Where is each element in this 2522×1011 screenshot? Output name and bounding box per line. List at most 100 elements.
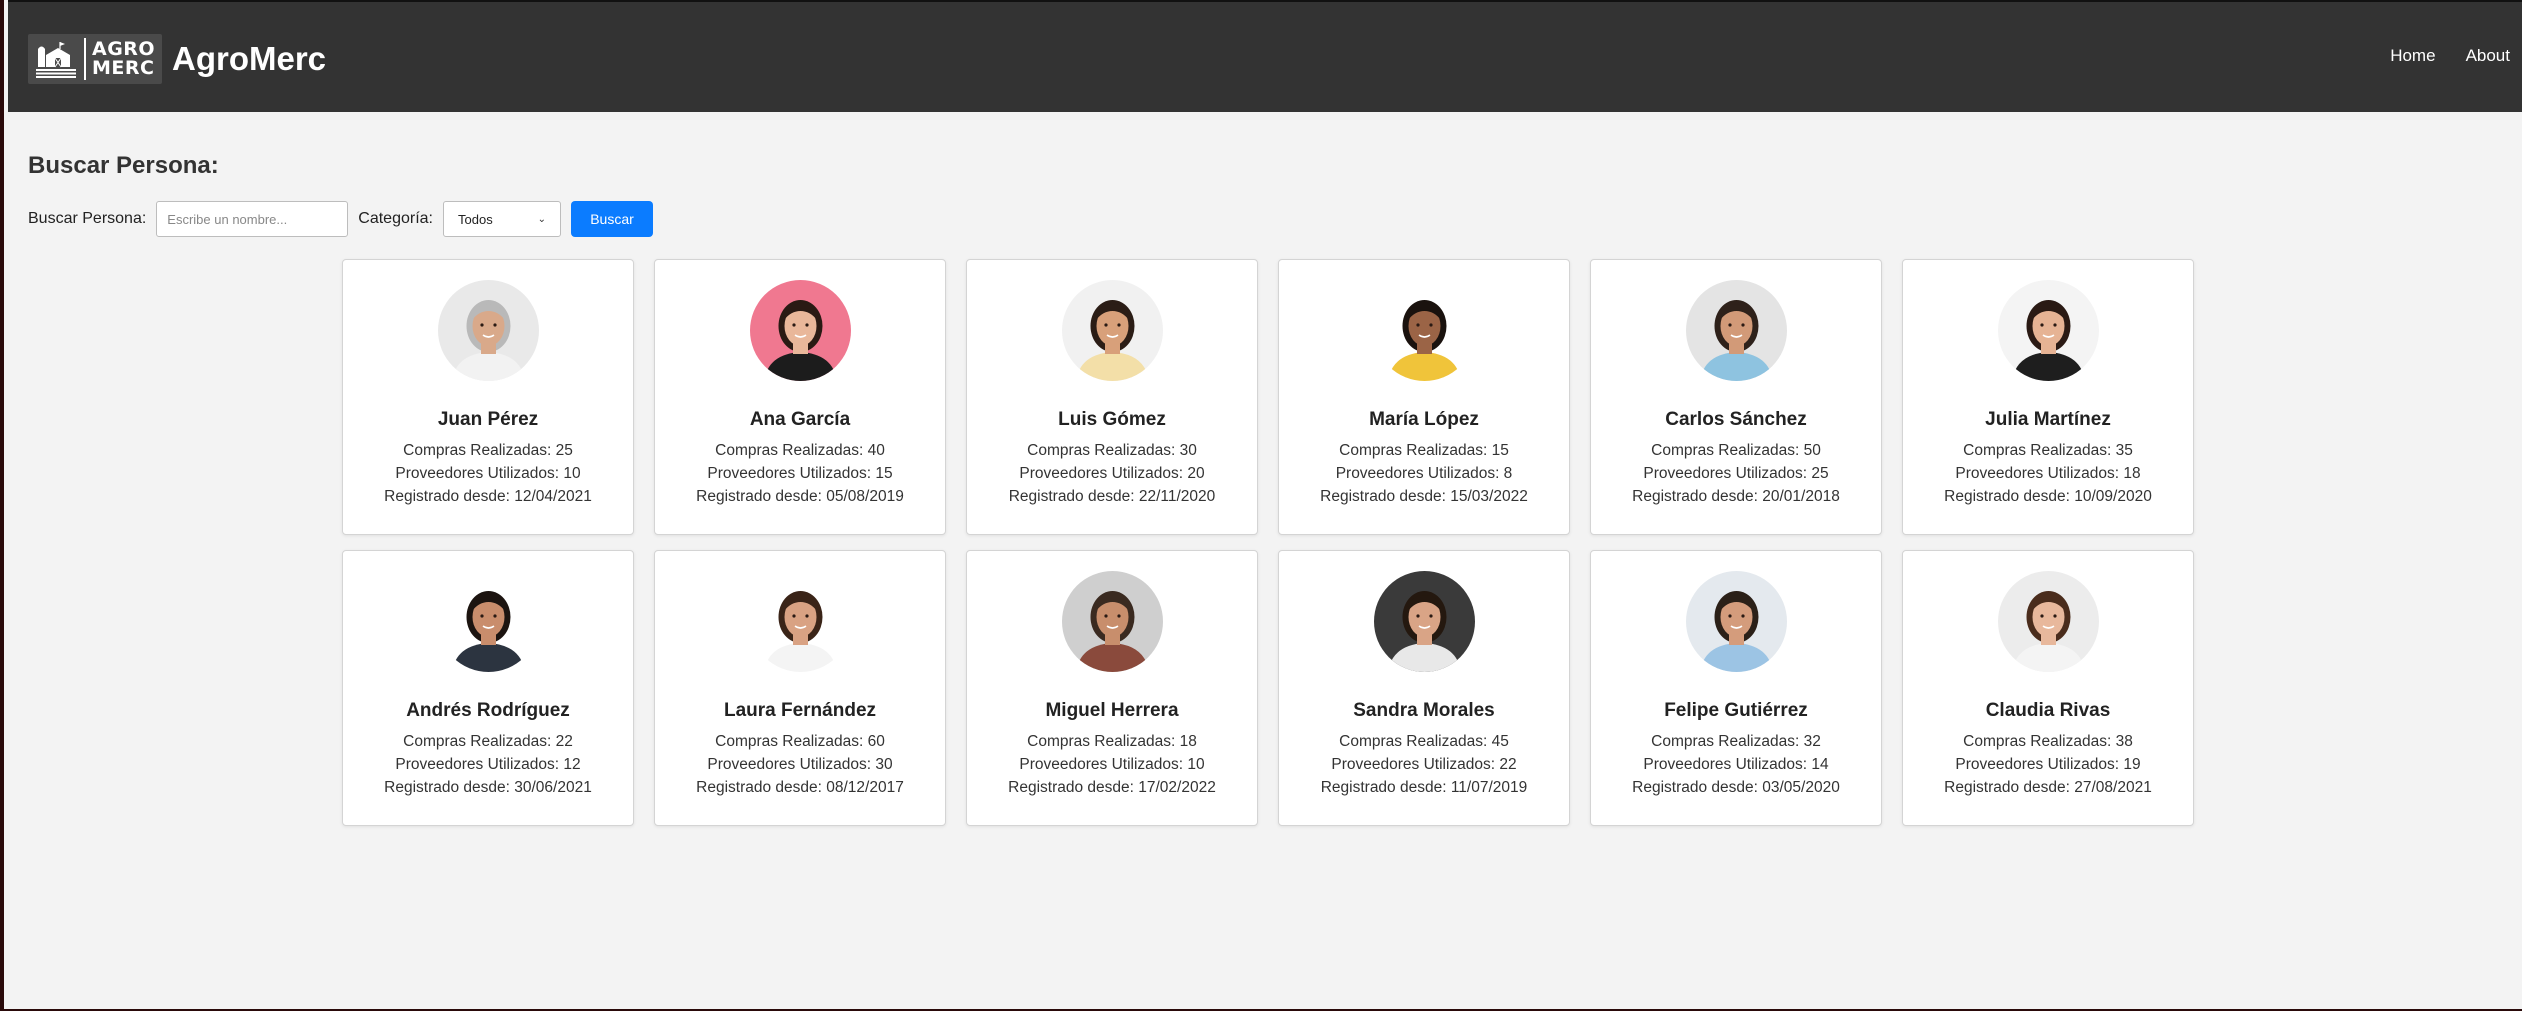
person-registered-since: Registrado desde: 27/08/2021 [1944,779,2152,796]
person-name: Laura Fernández [723,700,877,721]
person-photo-icon [749,571,851,672]
person-providers: Proveedores Utilizados: 10 [1019,756,1205,773]
person-providers: Proveedores Utilizados: 25 [1643,465,1829,482]
person-registered-since: Registrado desde: 11/07/2019 [1320,779,1528,796]
person-registered-since: Registrado desde: 22/11/2020 [1008,488,1216,505]
person-card[interactable]: Carlos Sánchez Compras Realizadas: 50 Prov… [1590,259,1882,535]
person-name: Carlos Sánchez [1665,409,1807,430]
person-purchases: Compras Realizadas: 35 [1963,442,2133,459]
person-registered-since: Registrado desde: 05/08/2019 [696,488,904,505]
search-label: Buscar Persona: [28,210,147,227]
logo-wordmark: AGRO MERC [92,40,155,78]
person-photo-icon [1373,280,1475,381]
person-providers: Proveedores Utilizados: 8 [1335,465,1513,482]
top-navbar: AGRO MERC AgroMerc Home About [8,0,2522,112]
person-photo-icon [1685,571,1787,672]
category-select[interactable]: Todos ⌄ [443,201,561,237]
category-selected-value: Todos [458,211,493,227]
person-card[interactable]: Andrés Rodríguez Compras Realizadas: 22 Pr… [342,550,634,826]
avatar [1997,280,2099,381]
person-providers: Proveedores Utilizados: 22 [1331,756,1517,773]
person-providers: Proveedores Utilizados: 19 [1955,756,2141,773]
avatar [1685,280,1787,381]
person-registered-since: Registrado desde: 20/01/2018 [1632,488,1840,505]
person-providers: Proveedores Utilizados: 10 [395,465,581,482]
person-purchases: Compras Realizadas: 25 [403,442,573,459]
person-registered-since: Registrado desde: 08/12/2017 [696,779,904,796]
avatar [437,571,539,672]
avatar [1685,571,1787,672]
person-name: Ana García [749,409,851,430]
nav-home-link[interactable]: Home [2390,46,2435,66]
person-photo-icon [437,280,539,381]
nav-about-link[interactable]: About [2466,46,2510,66]
person-purchases: Compras Realizadas: 15 [1339,442,1509,459]
person-photo-icon [1997,571,2099,672]
person-purchases: Compras Realizadas: 18 [1027,733,1197,750]
person-purchases: Compras Realizadas: 38 [1963,733,2133,750]
agromerc-logo: AGRO MERC [28,34,162,84]
person-photo-icon [1061,280,1163,381]
avatar [749,571,851,672]
chevron-down-icon: ⌄ [537,213,546,225]
person-card[interactable]: Juan Pérez Compras Realizadas: 25 Proveedo… [342,259,634,535]
person-registered-since: Registrado desde: 15/03/2022 [1320,488,1528,505]
farm-icon [36,42,76,78]
person-photo-icon [1997,280,2099,381]
person-providers: Proveedores Utilizados: 15 [707,465,893,482]
person-name: María López [1369,409,1479,430]
category-label: Categoría: [358,210,433,227]
person-card[interactable]: Miguel Herrera Compras Realizadas: 18 Prov… [966,550,1258,826]
person-name: Claudia Rivas [1985,700,2111,721]
person-providers: Proveedores Utilizados: 18 [1955,465,2141,482]
search-bar: Buscar Persona: Categoría: Todos ⌄ Busca… [28,201,653,237]
avatar [1997,571,2099,672]
search-title: Buscar Persona: [28,152,219,179]
person-purchases: Compras Realizadas: 40 [715,442,885,459]
avatar [437,280,539,381]
person-card[interactable]: Sandra Morales Compras Realizadas: 45 Prov… [1278,550,1570,826]
person-registered-since: Registrado desde: 10/09/2020 [1944,488,2152,505]
person-name: Sandra Morales [1353,700,1495,721]
person-name: Miguel Herrera [1045,700,1179,721]
person-card[interactable]: Ana García Compras Realizadas: 40 Proveedo… [654,259,946,535]
person-providers: Proveedores Utilizados: 30 [707,756,893,773]
person-purchases: Compras Realizadas: 50 [1651,442,1821,459]
person-card[interactable]: Luis Gómez Compras Realizadas: 30 Proveedo… [966,259,1258,535]
person-name: Julia Martínez [1985,409,2111,430]
search-input[interactable] [156,201,349,237]
person-card[interactable]: Felipe Gutiérrez Compras Realizadas: 32 Pr… [1590,550,1882,826]
brand[interactable]: AGRO MERC AgroMerc [28,34,326,84]
app-frame: AGRO MERC AgroMerc Home About Buscar Per… [0,0,2522,1011]
person-photo-icon [749,280,851,381]
person-photo-icon [1685,280,1787,381]
person-name: Luis Gómez [1058,409,1166,430]
person-photo-icon [437,571,539,672]
brand-name: AgroMerc [172,40,327,77]
logo-line-2: MERC [92,57,155,79]
person-grid: Juan Pérez Compras Realizadas: 25 Proveedo… [342,259,2194,826]
search-button[interactable]: Buscar [571,201,653,237]
person-registered-since: Registrado desde: 12/04/2021 [384,488,592,505]
person-providers: Proveedores Utilizados: 20 [1019,465,1205,482]
person-registered-since: Registrado desde: 30/06/2021 [384,779,592,796]
avatar [1061,280,1163,381]
person-purchases: Compras Realizadas: 30 [1027,442,1197,459]
person-providers: Proveedores Utilizados: 12 [395,756,581,773]
avatar [1373,280,1475,381]
avatar [1061,571,1163,672]
person-card[interactable]: Claudia Rivas Compras Realizadas: 38 Prove… [1902,550,2194,826]
avatar [1373,571,1475,672]
person-registered-since: Registrado desde: 03/05/2020 [1632,779,1840,796]
person-card[interactable]: María López Compras Realizadas: 15 Proveed… [1278,259,1570,535]
person-name: Juan Pérez [437,409,539,430]
person-providers: Proveedores Utilizados: 14 [1643,756,1829,773]
main-nav: Home About [2390,46,2510,66]
person-name: Andrés Rodríguez [406,700,570,721]
person-purchases: Compras Realizadas: 32 [1651,733,1821,750]
person-photo-icon [1061,571,1163,672]
person-purchases: Compras Realizadas: 45 [1339,733,1509,750]
person-card[interactable]: Laura Fernández Compras Realizadas: 60 Pro… [654,550,946,826]
logo-divider [84,38,86,80]
person-card[interactable]: Julia Martínez Compras Realizadas: 35 Prov… [1902,259,2194,535]
